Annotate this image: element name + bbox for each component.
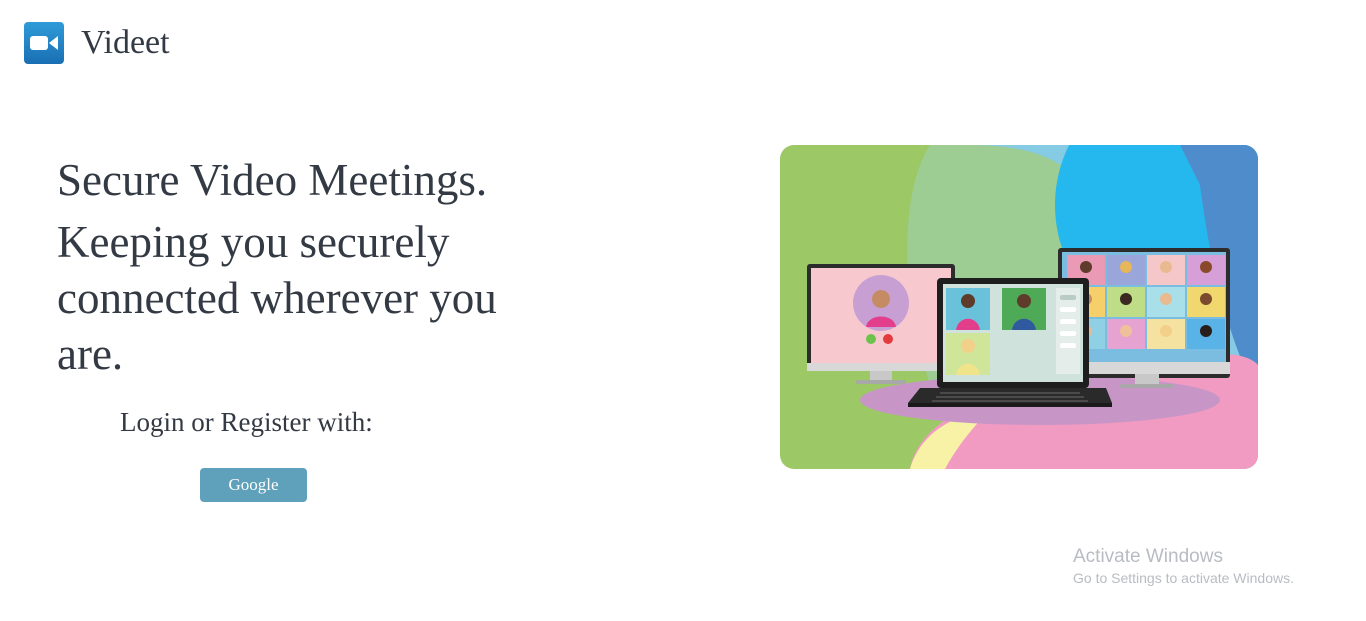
hero-headline: Secure Video Meetings. Keeping you secur… [57,152,577,382]
login-label: Login or Register with: [120,407,373,437]
header: Videet [24,22,170,64]
hero-line-3: connected wherever you [57,273,497,323]
hero-line-2: Keeping you securely [57,217,450,267]
hero-line-4: are. [57,329,124,379]
watermark-subtitle: Go to Settings to activate Windows. [1073,570,1294,586]
windows-activation-watermark: Activate Windows Go to Settings to activ… [1073,546,1294,588]
google-login-button[interactable]: Google [200,468,307,502]
hero-line-1: Secure Video Meetings. [57,155,488,205]
watermark-title: Activate Windows [1073,546,1223,567]
app-brand[interactable]: Videet [81,26,170,60]
video-conference-illustration [780,145,1258,469]
video-camera-icon[interactable] [24,22,64,64]
